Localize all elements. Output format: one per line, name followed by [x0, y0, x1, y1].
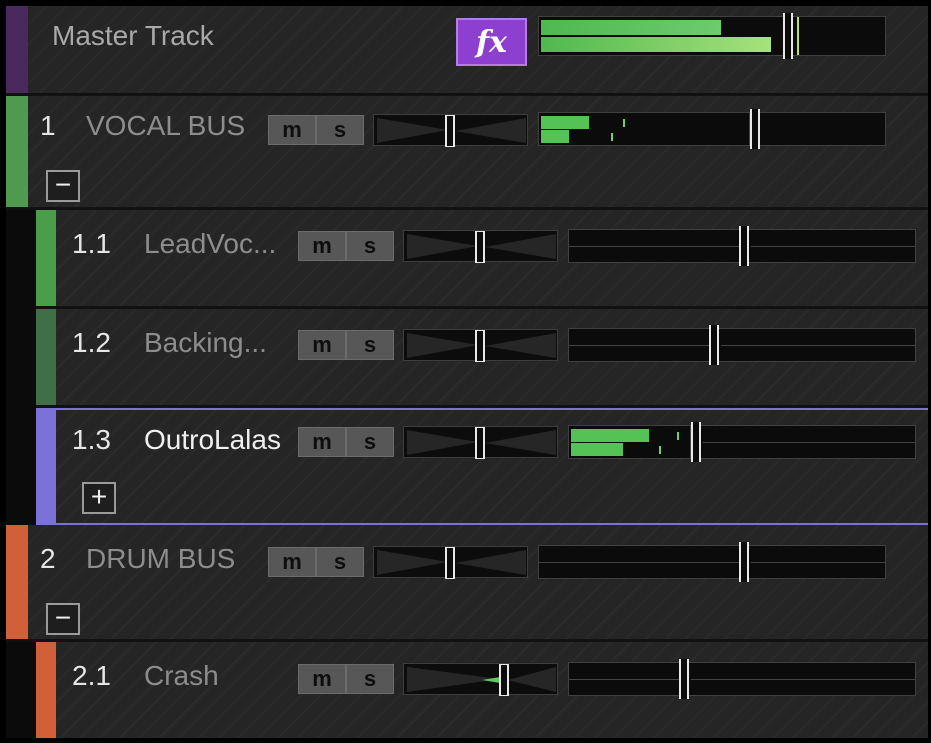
- master-volume-fader[interactable]: [783, 13, 793, 59]
- track-row-vocal-bus[interactable]: 1 VOCAL BUS m s −: [6, 96, 928, 210]
- mute-solo-group: m s: [268, 115, 364, 145]
- mute-solo-group: m s: [298, 664, 394, 694]
- pan-slider[interactable]: [403, 329, 558, 362]
- mute-solo-group: m s: [298, 427, 394, 457]
- pan-slider[interactable]: [403, 426, 558, 459]
- solo-button[interactable]: s: [346, 427, 394, 457]
- pan-slider[interactable]: [373, 546, 528, 579]
- volume-meter[interactable]: [568, 325, 916, 365]
- track-row-crash[interactable]: 2.1 Crash m s: [36, 642, 928, 738]
- mute-button[interactable]: m: [298, 664, 346, 694]
- track-row-drum-bus[interactable]: 2 DRUM BUS m s −: [6, 525, 928, 642]
- solo-button[interactable]: s: [346, 231, 394, 261]
- volume-fader[interactable]: [739, 226, 749, 266]
- mute-button[interactable]: m: [298, 427, 346, 457]
- volume-meter[interactable]: [538, 109, 886, 149]
- track-color-strip: [36, 210, 56, 306]
- mute-button[interactable]: m: [268, 547, 316, 577]
- folder-expand-button[interactable]: +: [82, 482, 116, 514]
- track-name: VOCAL BUS: [86, 110, 246, 141]
- master-track-row[interactable]: Master Track fx: [6, 6, 928, 96]
- track-name: DRUM BUS: [86, 543, 236, 574]
- track-name: OutroLalas: [144, 424, 281, 455]
- pan-slider[interactable]: [373, 114, 528, 147]
- volume-meter[interactable]: [568, 226, 916, 266]
- track-number: 2.1: [72, 660, 111, 691]
- solo-button[interactable]: s: [346, 330, 394, 360]
- volume-fader[interactable]: [679, 659, 689, 699]
- track-row-backing[interactable]: 1.2 Backing... m s: [36, 309, 928, 408]
- solo-button[interactable]: s: [346, 664, 394, 694]
- track-color-strip: [36, 309, 56, 405]
- track-row-leadvoc[interactable]: 1.1 LeadVoc... m s: [36, 210, 928, 309]
- folder-collapse-button[interactable]: −: [46, 603, 80, 635]
- master-track-name: Master Track: [52, 20, 214, 51]
- volume-meter[interactable]: [568, 659, 916, 699]
- track-color-strip: [6, 525, 28, 639]
- track-name: LeadVoc...: [144, 228, 277, 259]
- mute-button[interactable]: m: [298, 231, 346, 261]
- folder-nesting-gutter: [6, 642, 36, 738]
- fx-button[interactable]: fx: [456, 18, 527, 66]
- track-color-strip: [36, 642, 56, 738]
- master-volume-meter[interactable]: [538, 13, 886, 59]
- track-row-outrolalas[interactable]: 1.3 OutroLalas m s +: [36, 408, 928, 525]
- solo-button[interactable]: s: [316, 115, 364, 145]
- track-name: Crash: [144, 660, 219, 691]
- track-number: 1.1: [72, 228, 111, 259]
- mute-solo-group: m s: [298, 231, 394, 261]
- track-number: 1.3: [72, 424, 111, 455]
- mute-solo-group: m s: [298, 330, 394, 360]
- track-name: Backing...: [144, 327, 267, 358]
- pan-slider[interactable]: [403, 230, 558, 263]
- track-color-strip: [6, 96, 28, 207]
- mute-button[interactable]: m: [268, 115, 316, 145]
- volume-meter[interactable]: [568, 422, 916, 462]
- solo-button[interactable]: s: [316, 547, 364, 577]
- folder-nesting-gutter: [6, 210, 36, 525]
- mute-solo-group: m s: [268, 547, 364, 577]
- pan-slider[interactable]: [403, 663, 558, 696]
- folder-collapse-button[interactable]: −: [46, 170, 80, 202]
- volume-fader[interactable]: [709, 325, 719, 365]
- volume-meter[interactable]: [538, 542, 886, 582]
- track-list-panel: Master Track fx 1 VOCAL BUS m s − 1.1 Le…: [6, 6, 928, 738]
- track-number: 2: [40, 543, 56, 574]
- master-color-strip: [6, 6, 28, 93]
- track-number: 1.2: [72, 327, 111, 358]
- track-color-strip: [36, 408, 56, 525]
- mute-button[interactable]: m: [298, 330, 346, 360]
- volume-fader[interactable]: [739, 542, 749, 582]
- volume-fader[interactable]: [750, 109, 760, 149]
- volume-fader[interactable]: [691, 422, 701, 462]
- track-number: 1: [40, 110, 56, 141]
